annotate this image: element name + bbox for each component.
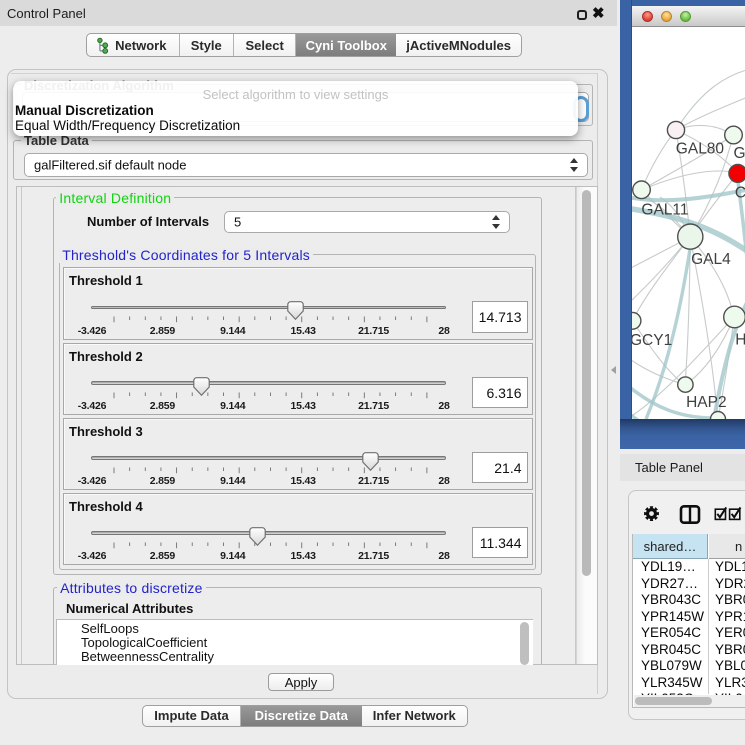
svg-text:HAP2: HAP2 <box>686 394 727 411</box>
svg-text:GA: GA <box>734 145 745 162</box>
svg-text:GCY1: GCY1 <box>632 332 672 349</box>
svg-text:GAL4: GAL4 <box>691 251 731 268</box>
svg-text:GAL11: GAL11 <box>641 202 688 219</box>
svg-text:C: C <box>735 184 745 201</box>
svg-text:GAL80: GAL80 <box>676 141 725 158</box>
svg-text:H: H <box>735 332 745 349</box>
